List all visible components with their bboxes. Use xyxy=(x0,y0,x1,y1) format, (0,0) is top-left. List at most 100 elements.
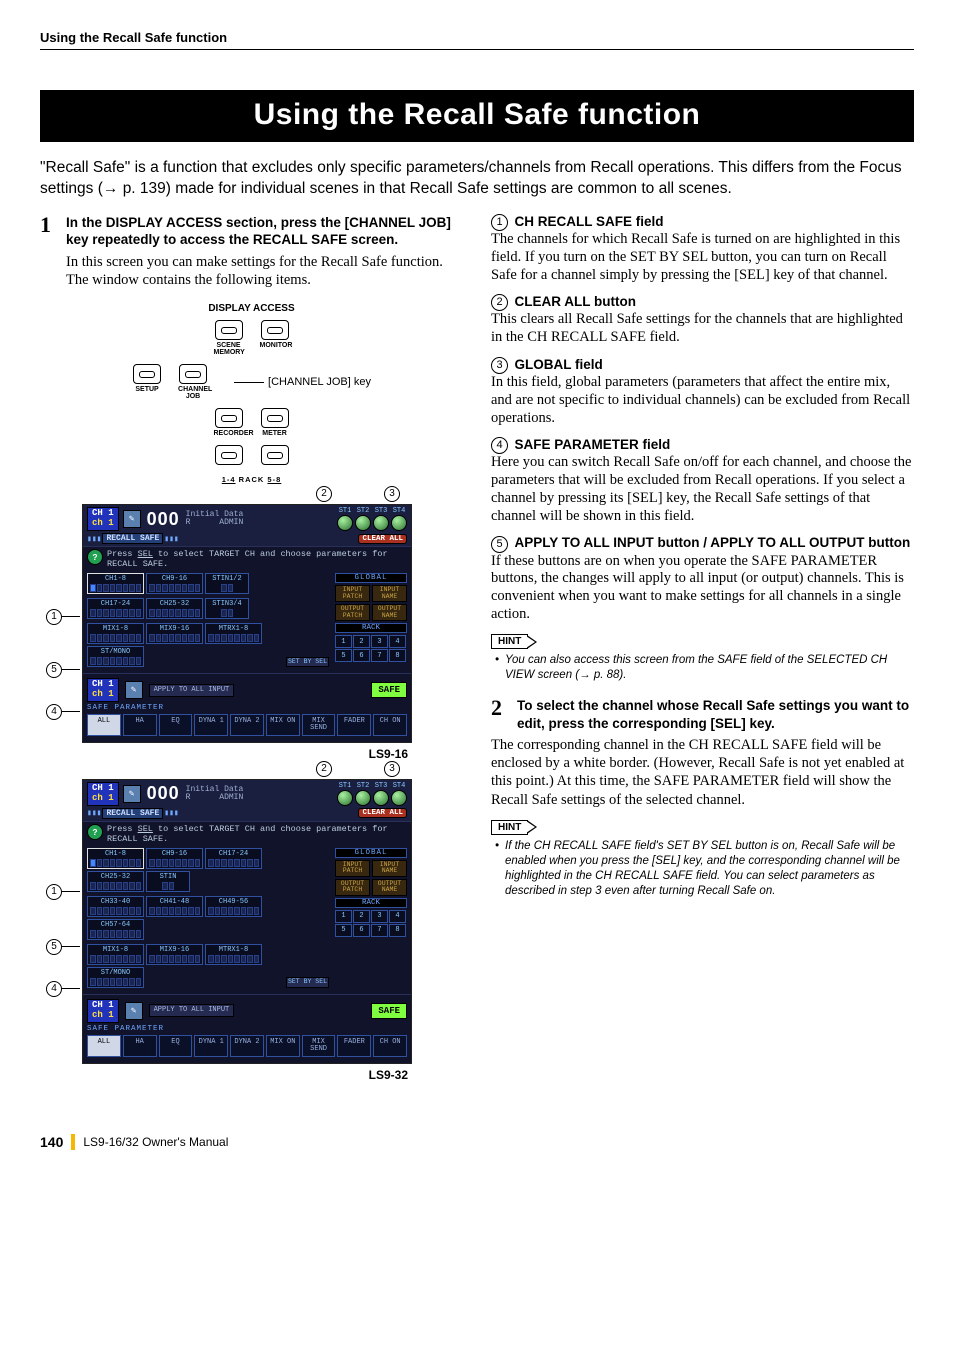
field-head: GLOBAL field xyxy=(515,357,603,372)
rack-label-line: 1-4 RACK 5-8 xyxy=(107,475,397,484)
rack-slot: 2 xyxy=(353,635,370,648)
rack-slot: 2 xyxy=(353,910,370,923)
global-output-row: OUTPUT PATCHOUTPUT NAME xyxy=(335,604,407,621)
ch-cell: CH9-16 xyxy=(146,848,203,869)
rack-slot: 4 xyxy=(389,635,406,648)
apply-to-all-button: APPLY TO ALL INPUT xyxy=(149,1004,235,1017)
callout-1-b: 1 xyxy=(46,884,62,900)
rack-slot: 7 xyxy=(371,649,388,662)
ch-cell: STIN xyxy=(146,871,190,892)
rack-slot: 5 xyxy=(335,924,352,937)
ch-cell: MIX9-16 xyxy=(146,623,203,644)
global-output-row: OUTPUT PATCHOUTPUT NAME xyxy=(335,879,407,896)
running-head: Using the Recall Safe function xyxy=(40,30,914,45)
da-recorder: RECORDER xyxy=(214,408,244,437)
caption-ls9-16: LS9-16 xyxy=(40,747,408,761)
callout-2-b: 2 xyxy=(316,761,332,777)
global-label: GLOBAL xyxy=(335,848,407,858)
rack-grid: 12345678 xyxy=(335,910,407,937)
param-button: EQ xyxy=(159,1035,193,1057)
screenshot-ls9-32-wrap: 2 3 1 5 4 CH 1 ch 1 ✎ 000 Initial Data R… xyxy=(82,779,412,1064)
param-button: DYNA 1 xyxy=(194,714,228,736)
ch-cell: CH1-8 xyxy=(87,848,144,869)
field-3: 3 GLOBAL field In this field, global par… xyxy=(491,357,914,427)
rack-label: RACK xyxy=(335,623,407,633)
field-body: Here you can switch Recall Safe on/off f… xyxy=(491,454,914,525)
edit-icon-lower: ✎ xyxy=(125,681,143,699)
callout-5-b: 5 xyxy=(46,939,62,955)
callout-5: 5 xyxy=(46,662,62,678)
channel-job-callout: [CHANNEL JOB] key xyxy=(234,376,371,388)
rack-slot: 6 xyxy=(353,924,370,937)
hint-tag: HINT xyxy=(491,820,528,835)
rack-slot: 4 xyxy=(389,910,406,923)
param-button: HA xyxy=(123,1035,157,1057)
edit-icon-lower: ✎ xyxy=(125,1002,143,1020)
rack-label: RACK xyxy=(335,898,407,908)
param-button: DYNA 1 xyxy=(194,1035,228,1057)
tab-recall-safe: RECALL SAFE xyxy=(102,533,163,544)
param-button: DYNA 2 xyxy=(230,1035,264,1057)
param-button: EQ xyxy=(159,714,193,736)
ch-cell: MTRX1-8 xyxy=(205,944,262,965)
hint-tag: HINT xyxy=(491,634,528,649)
safe-parameter-label: SAFE PARAMETER xyxy=(83,704,411,712)
stereo-knobs: ST1 ST2 ST3 ST4 xyxy=(337,782,407,806)
param-button: MIX ON xyxy=(266,1035,300,1057)
page-footer: 140 LS9-16/32 Owner's Manual xyxy=(40,1134,914,1150)
section-title: Using the Recall Safe function xyxy=(40,90,914,142)
help-icon: ? xyxy=(87,549,103,565)
field-4: 4 SAFE PARAMETER field Here you can swit… xyxy=(491,437,914,525)
book-title: LS9-16/32 Owner's Manual xyxy=(83,1135,228,1149)
param-button: ALL xyxy=(87,714,121,736)
rack-grid: 12345678 xyxy=(335,635,407,662)
scene-meta: Initial Data R ADMIN xyxy=(186,511,244,527)
ch-cell: CH41-48 xyxy=(146,896,203,917)
screenshot-ls9-16-wrap: 2 3 1 5 4 CH 1 ch 1 ✎ 000 Initial Data R… xyxy=(82,504,412,743)
step-body: In this screen you can make settings for… xyxy=(66,253,463,289)
rack-slot: 8 xyxy=(389,649,406,662)
hint-body: •You can also access this screen from th… xyxy=(505,653,914,683)
scene-number: 000 xyxy=(147,509,180,530)
callout-3: 3 xyxy=(384,486,400,502)
param-button: FADER xyxy=(337,1035,371,1057)
ch-cell: MIX9-16 xyxy=(146,944,203,965)
global-label: GLOBAL xyxy=(335,573,407,583)
step-number: 2 xyxy=(491,697,509,732)
safe-param-row: ALLHAEQDYNA 1DYNA 2MIX ONMIX SENDFADERCH… xyxy=(83,712,411,738)
display-access-figure: DISPLAY ACCESS SCENEMEMORY MONITOR SETUP… xyxy=(107,303,397,484)
safe-button: SAFE xyxy=(371,1003,407,1019)
channel-indicator: CH 1 ch 1 xyxy=(87,782,119,806)
callout-1: 1 xyxy=(46,609,62,625)
field-head: SAFE PARAMETER field xyxy=(515,437,671,452)
param-button: MIX SEND xyxy=(302,714,336,736)
param-button: FADER xyxy=(337,714,371,736)
safe-parameter-label: SAFE PARAMETER xyxy=(83,1025,411,1033)
da-channel-job: CHANNELJOB xyxy=(178,364,208,400)
rack-slot: 1 xyxy=(335,635,352,648)
edit-icon: ✎ xyxy=(123,785,141,803)
step-1: 1 In the DISPLAY ACCESS section, press t… xyxy=(40,214,463,249)
ch-cell: CH33-40 xyxy=(87,896,144,917)
ch-cell: MIX1-8 xyxy=(87,944,144,965)
ch-recall-safe-grid: CH1-8CH9-16CH17-24CH25-32STINCH33-40CH41… xyxy=(87,848,280,990)
clear-all-button: CLEAR ALL xyxy=(358,534,407,544)
da-monitor: MONITOR xyxy=(260,320,290,349)
field-body: The channels for which Recall Safe is tu… xyxy=(491,231,914,284)
field-head: CLEAR ALL button xyxy=(515,294,636,309)
step-body: The corresponding channel in the CH RECA… xyxy=(491,736,914,809)
channel-indicator-lower: CH 1 ch 1 xyxy=(87,678,119,702)
inline-hint: ? Press SEL to select TARGET CH and choo… xyxy=(83,547,411,571)
page-number: 140 xyxy=(40,1134,63,1150)
ch-cell: STIN3/4 xyxy=(205,598,249,619)
caption-ls9-32: LS9-32 xyxy=(40,1068,408,1082)
footer-bar-icon xyxy=(71,1134,75,1150)
callout-4-b: 4 xyxy=(46,981,62,997)
ch-cell: ST/MONO xyxy=(87,967,144,988)
rack-slot: 1 xyxy=(335,910,352,923)
screenshot-ls9-16: CH 1 ch 1 ✎ 000 Initial Data R ADMIN ST1… xyxy=(82,504,412,743)
ch-recall-safe-grid: CH1-8CH9-16STIN1/2CH17-24CH25-32STIN3/4M… xyxy=(87,573,280,669)
rack-slot: 8 xyxy=(389,924,406,937)
da-rack-58 xyxy=(260,445,290,467)
inline-hint: ? Press SEL to select TARGET CH and choo… xyxy=(83,822,411,846)
